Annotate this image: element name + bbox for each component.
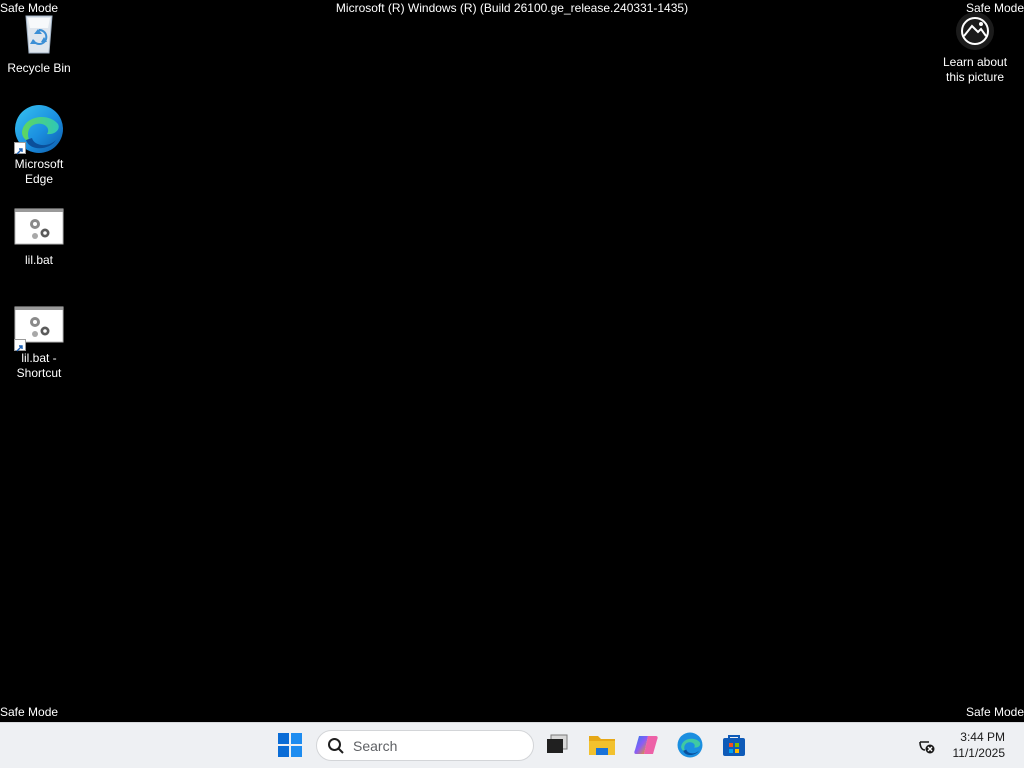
camera-icon	[950, 10, 1000, 52]
search-icon	[328, 737, 344, 754]
desktop-icon-label: Microsoft Edge	[14, 157, 64, 186]
safe-mode-label-bottom-right: Safe Mode	[965, 705, 1024, 719]
desktop-icon-learn-about-picture[interactable]: Learn about this picture	[937, 10, 1013, 85]
safe-mode-label-bottom-left: Safe Mode	[0, 705, 59, 719]
clock-time: 3:44 PM	[960, 730, 1005, 744]
shortcut-arrow-icon	[14, 142, 26, 155]
file-explorer-button[interactable]	[586, 729, 618, 761]
desktop-icon-label: lil.bat - Shortcut	[16, 351, 62, 380]
task-view-icon	[547, 734, 568, 753]
desktop: Safe Mode Safe Mode Safe Mode Safe Mode …	[0, 0, 1024, 722]
build-info-label: Microsoft (R) Windows (R) (Build 26100.g…	[335, 1, 689, 15]
batch-file-icon	[14, 207, 64, 257]
edge-taskbar-button[interactable]	[674, 729, 706, 761]
desktop-icon-lil-bat-shortcut[interactable]: lil.bat - Shortcut	[1, 305, 77, 381]
desktop-icon-recycle-bin[interactable]: Recycle Bin	[1, 8, 77, 76]
copilot-icon	[634, 736, 658, 754]
windows-start-icon	[278, 733, 302, 757]
clock-date: 11/1/2025	[952, 746, 1006, 760]
search-placeholder: Search	[353, 737, 398, 754]
desktop-icon-label: Recycle Bin	[7, 61, 71, 75]
batch-file-icon	[14, 305, 64, 355]
start-button[interactable]	[274, 729, 306, 761]
desktop-icon-lil-bat[interactable]: lil.bat	[1, 207, 77, 268]
taskbar-clock[interactable]: 3:44 PM 11/1/2025	[953, 729, 1006, 761]
copilot-button[interactable]	[630, 729, 662, 761]
taskbar-search-box[interactable]: Search	[316, 730, 534, 761]
desktop-icon-microsoft-edge[interactable]: Microsoft Edge	[1, 104, 77, 187]
edge-icon	[14, 104, 64, 155]
microsoft-store-icon	[723, 735, 745, 756]
recycle-bin-icon	[14, 8, 64, 58]
edge-icon	[677, 732, 703, 758]
shortcut-arrow-icon	[14, 339, 26, 352]
task-view-button[interactable]	[541, 729, 573, 761]
desktop-icon-label: Learn about this picture	[942, 55, 1008, 84]
file-explorer-icon	[589, 736, 615, 755]
microsoft-store-button[interactable]	[718, 729, 750, 761]
taskbar: Search 3:44 PM 11/1/2025	[0, 722, 1024, 768]
network-disconnected-icon[interactable]	[917, 736, 937, 756]
